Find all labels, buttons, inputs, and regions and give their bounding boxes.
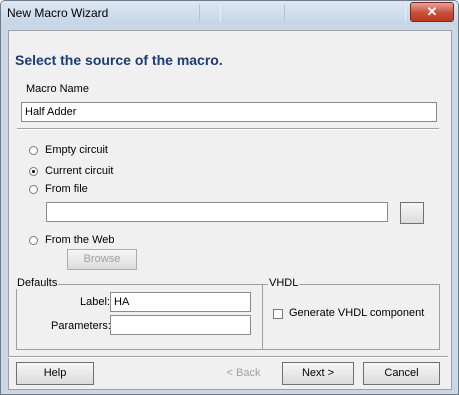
close-icon: ✕ [426, 4, 438, 19]
generate-vhdl-checkbox-box[interactable] [273, 309, 283, 319]
next-button-label: Next > [301, 367, 335, 379]
generate-vhdl-label: Generate VHDL component [289, 307, 425, 319]
radio-button-web[interactable] [29, 236, 38, 245]
button-bar-separator [8, 356, 448, 358]
close-button[interactable]: ✕ [410, 2, 454, 22]
radio-from-the-web-label: From the Web [45, 234, 115, 246]
vhdl-group-title: VHDL [268, 277, 300, 289]
radio-current-circuit-label: Current circuit [45, 165, 114, 177]
defaults-group-title: Defaults [16, 277, 59, 289]
parameters-label: Parameters: [51, 320, 111, 332]
next-button[interactable]: Next > [282, 362, 354, 385]
separator [17, 128, 439, 130]
help-button-label: Help [43, 367, 67, 379]
cancel-button[interactable]: Cancel [363, 362, 440, 385]
browse-button-label: Browse [83, 253, 121, 265]
radio-empty-circuit-label: Empty circuit [45, 144, 108, 156]
macro-name-input[interactable]: Half Adder [21, 102, 437, 122]
radio-from-file-label: From file [45, 183, 88, 195]
back-button[interactable]: < Back [208, 362, 279, 385]
window-title: New Macro Wizard [7, 6, 109, 20]
parameters-input[interactable] [110, 315, 251, 335]
title-bar-decoration [199, 4, 221, 22]
web-browse-button[interactable]: Browse [67, 249, 137, 270]
radio-button-current[interactable] [29, 167, 38, 176]
back-button-label: < Back [226, 367, 261, 379]
radio-button-file[interactable] [29, 185, 38, 194]
title-bar-decoration [284, 4, 406, 22]
defaults-label-input[interactable]: HA [110, 292, 251, 312]
defaults-label-label: Label: [80, 296, 110, 308]
file-browse-button[interactable] [400, 202, 424, 224]
file-path-input[interactable] [46, 202, 388, 222]
help-button[interactable]: Help [16, 362, 94, 385]
cancel-button-label: Cancel [384, 367, 419, 379]
page-heading: Select the source of the macro. [15, 52, 223, 68]
macro-name-label: Macro Name [26, 83, 89, 95]
title-bar[interactable]: New Macro Wizard ✕ [1, 1, 458, 25]
radio-button-empty[interactable] [29, 146, 38, 155]
